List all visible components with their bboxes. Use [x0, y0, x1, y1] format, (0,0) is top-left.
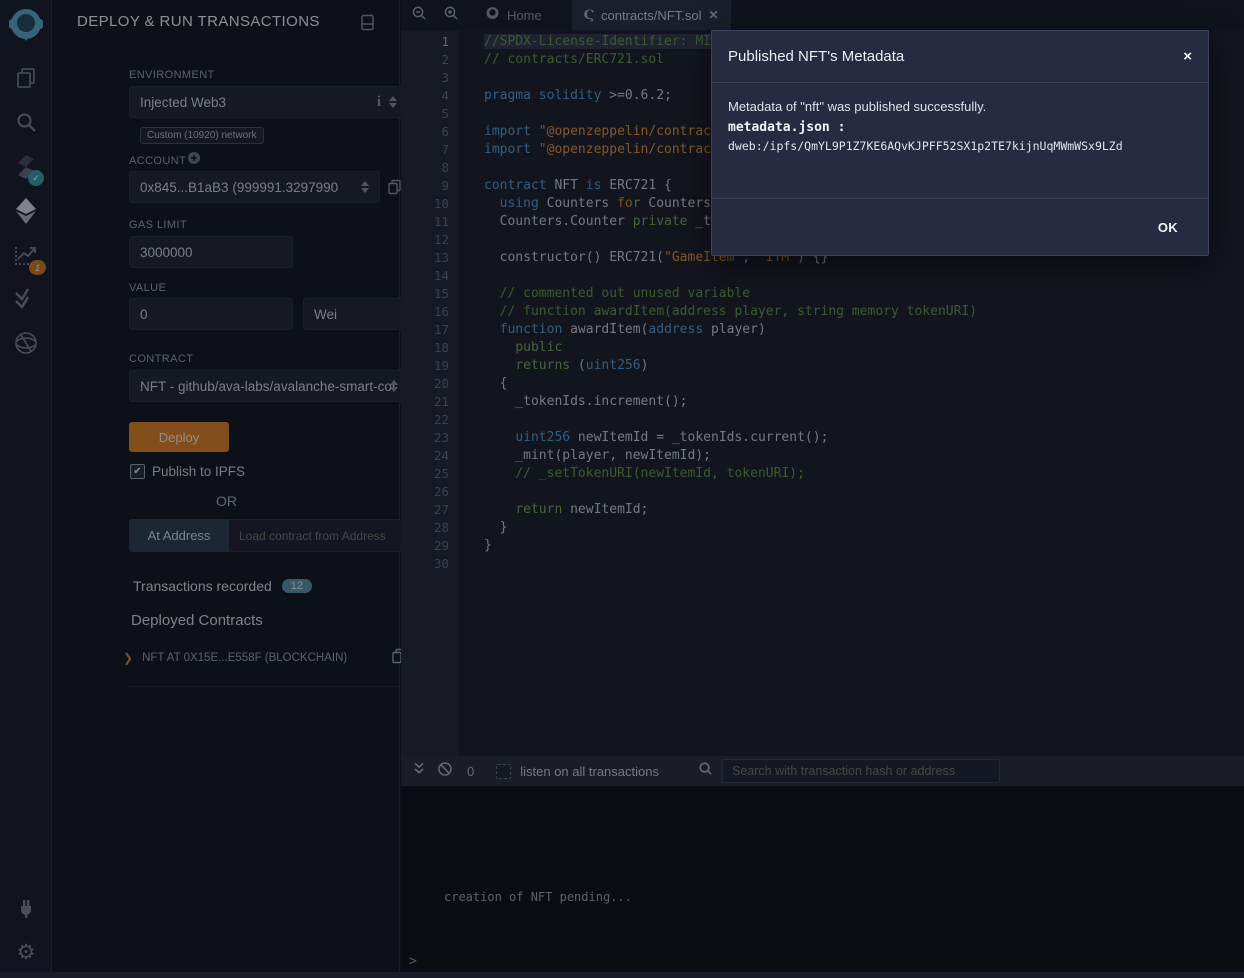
modal-ipfs-url: dweb:/ipfs/QmYL9P1Z7KE6AQvKJPFF52SX1p2TE…	[728, 139, 1192, 153]
modal-message: Metadata of "nft" was published successf…	[728, 99, 1192, 114]
modal-footer: OK	[712, 199, 1208, 255]
modal-ok-button[interactable]: OK	[1152, 219, 1184, 236]
modal-close-icon[interactable]: ×	[1183, 48, 1192, 65]
modal-file-name: metadata.json :	[728, 120, 1192, 135]
remix-ide-window: ✓ 1 ⚙ DEPLOY & RUN TRANSACTIONS ENVIRONM…	[0, 0, 1244, 978]
modal-body: Metadata of "nft" was published successf…	[712, 83, 1208, 199]
published-metadata-modal: Published NFT's Metadata × Metadata of "…	[711, 30, 1209, 256]
modal-header: Published NFT's Metadata ×	[712, 31, 1208, 83]
modal-title: Published NFT's Metadata	[728, 48, 904, 65]
